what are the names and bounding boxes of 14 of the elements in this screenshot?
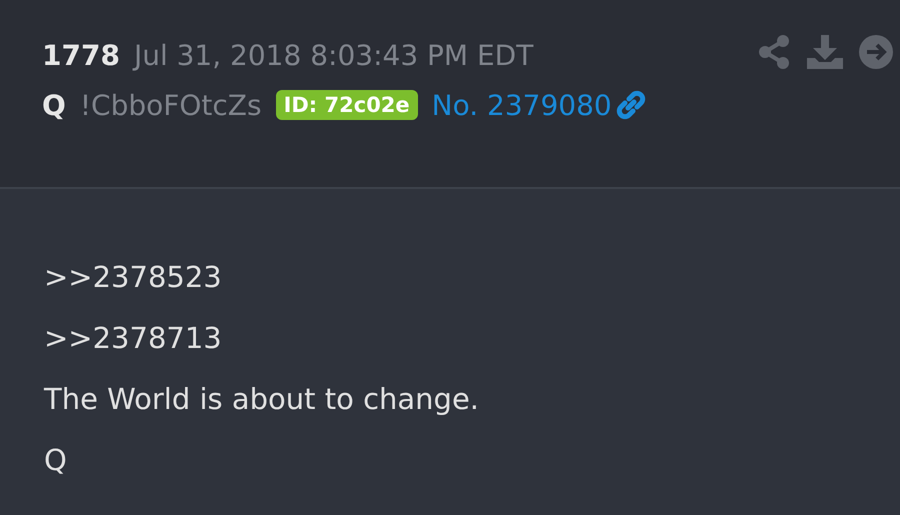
post-text: The World is about to change. [44, 381, 480, 418]
share-icon[interactable] [758, 34, 792, 70]
post-date: Jul 31, 2018 8:03:43 PM EDT [134, 38, 534, 72]
post-number: 1778 [42, 38, 120, 72]
post-text: Q [44, 442, 68, 479]
download-icon[interactable] [806, 34, 844, 70]
tripcode: !CbboFOtcZs [80, 88, 262, 122]
id-badge: ID: 72c02e [276, 90, 418, 120]
post-link[interactable]: No. 2379080 [432, 88, 612, 122]
post-text: >>2378713 [44, 320, 223, 357]
link-icon[interactable] [616, 90, 646, 120]
post-text: >>2378523 [44, 259, 223, 296]
author-name: Q [42, 88, 66, 122]
arrow-right-icon[interactable] [858, 34, 894, 70]
